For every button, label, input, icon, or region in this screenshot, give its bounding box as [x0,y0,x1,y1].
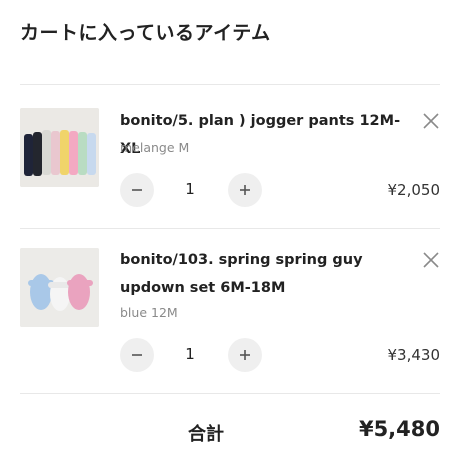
divider [20,393,440,394]
product-thumbnail[interactable] [20,248,99,327]
remove-item-button[interactable] [422,251,440,269]
product-variant: melange M [120,140,190,155]
product-thumbnail[interactable] [20,108,99,187]
product-variant: blue 12M [120,305,178,320]
quantity-value: 1 [185,345,195,363]
total-value: ¥5,480 [358,417,440,441]
increase-quantity-button[interactable] [228,338,262,372]
cart-title: カートに入っているアイテム [20,22,271,44]
product-name[interactable]: bonito/103. spring spring guy updown set… [120,246,405,302]
divider [20,84,440,85]
close-icon [423,113,439,129]
baby-rompers-icon [20,248,99,327]
decrease-quantity-button[interactable] [120,173,154,207]
minus-icon [132,189,142,191]
item-price: ¥3,430 [387,346,441,364]
decrease-quantity-button[interactable] [120,338,154,372]
remove-item-button[interactable] [422,112,440,130]
close-icon [423,252,439,268]
total-label: 合計 [188,424,224,445]
quantity-value: 1 [185,180,195,198]
minus-icon [132,354,142,356]
increase-quantity-button[interactable] [228,173,262,207]
plus-icon [240,350,250,360]
jogger-pants-icon [20,108,99,187]
plus-icon [240,185,250,195]
divider [20,228,440,229]
item-price: ¥2,050 [387,181,441,199]
